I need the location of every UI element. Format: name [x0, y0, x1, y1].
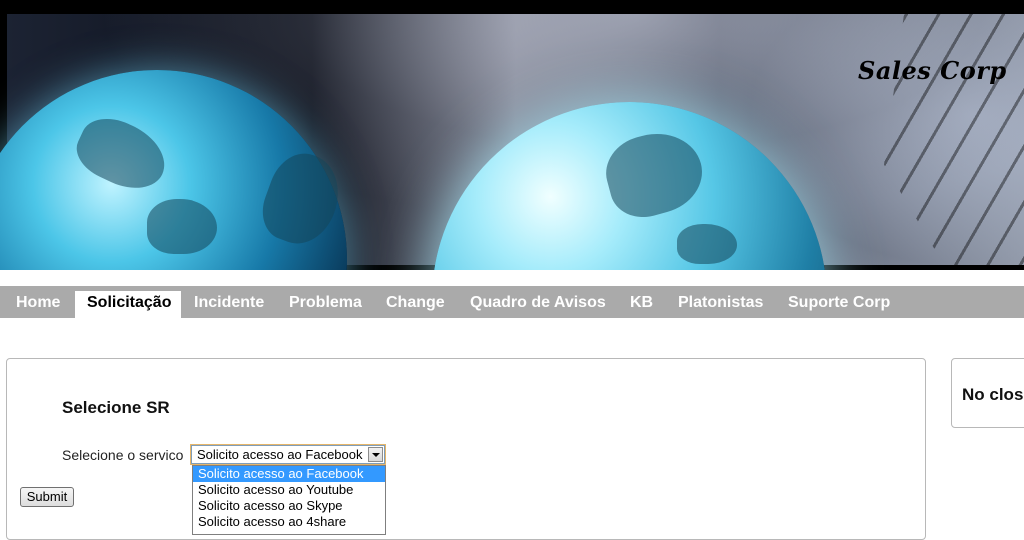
brand-logo-text: Sales Corp	[858, 56, 1007, 85]
nav-item-quadro-de-avisos[interactable]: Quadro de Avisos	[458, 291, 618, 318]
submit-button[interactable]: Submit	[20, 487, 74, 507]
service-select[interactable]: Solicito acesso ao Facebook	[191, 445, 385, 464]
nav-item-home[interactable]: Home	[4, 291, 72, 318]
form-title: Selecione SR	[62, 398, 170, 417]
header-banner: Sales Corp	[0, 0, 1024, 270]
main-nav: Home Solicitação Incidente Problema Chan…	[0, 286, 1024, 318]
banner-image	[0, 14, 1024, 270]
nav-item-platonistas[interactable]: Platonistas	[666, 291, 775, 318]
dropdown-option[interactable]: Solicito acesso ao Facebook	[193, 466, 385, 482]
chevron-down-icon[interactable]	[368, 447, 383, 462]
nav-item-suporte-corp[interactable]: Suporte Corp	[776, 291, 902, 318]
nav-item-solicitacao[interactable]: Solicitação	[75, 291, 181, 318]
service-select-value: Solicito acesso ao Facebook	[197, 447, 363, 462]
dropdown-option[interactable]: Solicito acesso ao 4share	[193, 514, 385, 530]
dropdown-option[interactable]: Solicito acesso ao Skype	[193, 498, 385, 514]
nav-item-change[interactable]: Change	[374, 291, 457, 318]
service-label: Selecione o servico	[62, 447, 184, 463]
nav-item-incidente[interactable]: Incidente	[182, 291, 276, 318]
side-panel-text: No clos	[962, 385, 1024, 404]
service-dropdown-list[interactable]: Solicito acesso ao Facebook Solicito ace…	[192, 465, 386, 535]
land-shape	[147, 199, 217, 254]
land-shape	[677, 224, 737, 264]
nav-item-problema[interactable]: Problema	[277, 291, 374, 318]
dropdown-option[interactable]: Solicito acesso ao Youtube	[193, 482, 385, 498]
nav-item-kb[interactable]: KB	[618, 291, 665, 318]
